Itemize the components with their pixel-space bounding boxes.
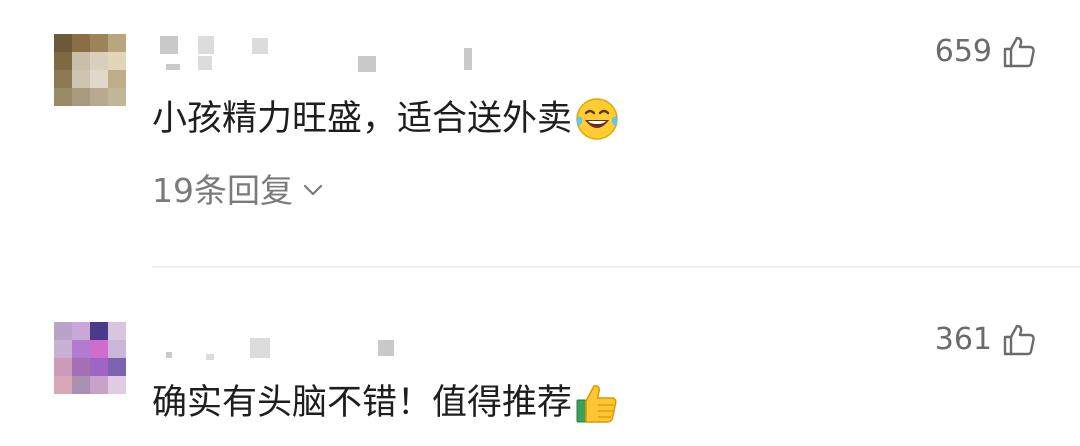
avatar[interactable] bbox=[54, 322, 126, 394]
comment-text: 小孩精力旺盛，适合送外卖 bbox=[152, 96, 620, 142]
thumbs-up-icon[interactable] bbox=[1002, 35, 1036, 69]
comment-item: 659 小孩精力旺盛，适合送外卖 19条回复 bbox=[0, 0, 1080, 268]
comment-text-content: 小孩精力旺盛，适合送外卖 bbox=[152, 98, 573, 139]
chevron-down-icon bbox=[301, 174, 325, 207]
replies-label: 19条回复 bbox=[152, 171, 293, 210]
like-count: 659 bbox=[934, 34, 992, 69]
like-control[interactable]: 659 bbox=[935, 35, 1036, 69]
thumbs-up-icon[interactable] bbox=[1002, 323, 1036, 357]
comment-text-content: 确实有头脑不错！值得推荐 bbox=[152, 382, 573, 423]
laughing-tears-icon bbox=[574, 96, 620, 142]
comment-item: 361 确实有头脑不错！值得推荐 bbox=[0, 268, 1080, 446]
username-blurred[interactable] bbox=[158, 338, 498, 378]
username-blurred[interactable] bbox=[158, 36, 498, 76]
avatar[interactable] bbox=[54, 34, 126, 106]
like-control[interactable]: 361 bbox=[935, 323, 1036, 357]
view-replies-button[interactable]: 19条回复 bbox=[152, 174, 325, 207]
comment-text: 确实有头脑不错！值得推荐 bbox=[152, 380, 620, 426]
thumbs-up-emoji-icon bbox=[574, 380, 620, 426]
like-count: 361 bbox=[934, 322, 992, 357]
